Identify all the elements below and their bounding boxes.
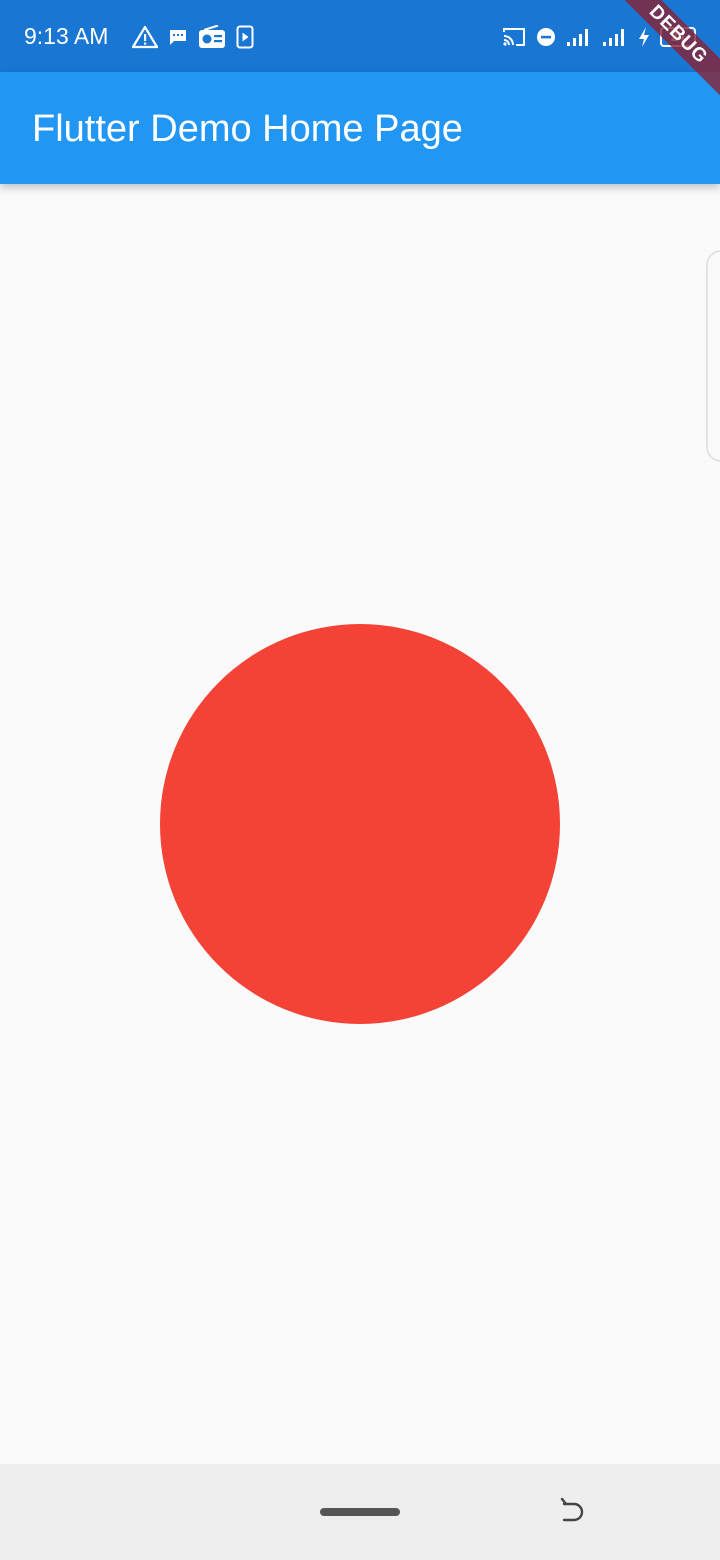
do-not-disturb-icon (537, 28, 555, 46)
status-bar: 9:13 AM (0, 0, 720, 72)
media-play-icon (236, 25, 254, 49)
status-icons-left (132, 24, 254, 50)
app-bar: Flutter Demo Home Page (0, 72, 720, 184)
signal-icon (567, 29, 588, 46)
charging-icon (639, 27, 649, 47)
rotate-screen-icon[interactable] (556, 1496, 588, 1528)
alert-triangle-icon (132, 25, 158, 49)
message-icon (170, 30, 186, 45)
red-circle[interactable] (160, 624, 560, 1024)
home-pill[interactable] (320, 1508, 400, 1516)
edge-panel-handle[interactable] (706, 250, 720, 462)
page-title: Flutter Demo Home Page (32, 108, 463, 150)
phone-screen: 9:13 AM DEBUG Flutter Demo Home Page (0, 0, 720, 1560)
radio-icon (199, 25, 225, 48)
cast-icon (503, 28, 525, 46)
signal-icon (603, 29, 624, 46)
navigation-bar (0, 1464, 720, 1560)
status-time: 9:13 AM (24, 23, 109, 49)
